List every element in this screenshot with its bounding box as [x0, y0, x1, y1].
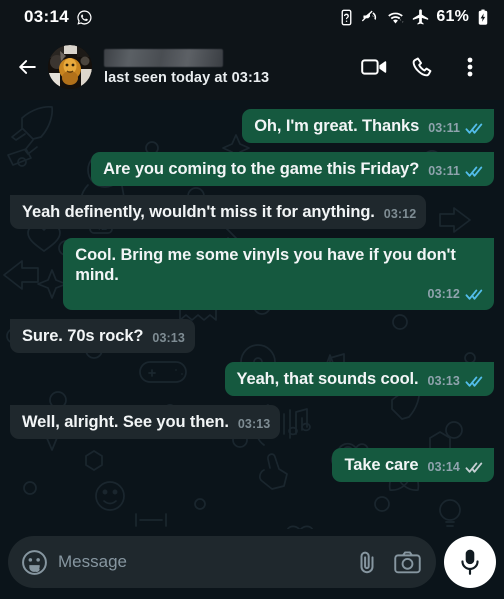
status-bar-right: 61%	[339, 8, 490, 26]
paperclip-icon[interactable]	[352, 547, 382, 577]
phone-call-icon	[411, 56, 434, 79]
message-bubble-incoming[interactable]: Sure. 70s rock? 03:13	[10, 319, 195, 353]
contact-status: last seen today at 03:13	[104, 69, 270, 86]
message-text: Well, alright. See you then.	[22, 413, 229, 431]
message-text: Yeah definently, wouldn't miss it for an…	[22, 203, 375, 221]
whatsapp-chat-screen: 03:14 61% last seen today at 03:13 Oh, I…	[0, 0, 504, 599]
message-meta: 03:11	[428, 121, 484, 136]
message-composer[interactable]	[8, 536, 436, 588]
back-button[interactable]	[8, 47, 46, 87]
message-meta: 03:11	[428, 164, 484, 179]
message-bubble-outgoing[interactable]: Take care 03:14	[332, 448, 494, 482]
voice-call-button[interactable]	[400, 44, 444, 90]
read-receipt-icon	[465, 165, 484, 178]
battery-percentage: 61%	[436, 8, 469, 25]
message-time: 03:11	[428, 121, 460, 135]
emoji-sticker-icon[interactable]	[20, 548, 48, 576]
message-bubble-outgoing[interactable]: Are you coming to the game this Friday? …	[91, 152, 494, 186]
message-meta: 03:14	[428, 460, 484, 475]
read-receipt-icon	[465, 122, 484, 135]
message-row: Well, alright. See you then. 03:13	[10, 405, 494, 439]
microphone-icon	[458, 548, 482, 576]
message-text: Yeah, that sounds cool.	[236, 370, 419, 388]
delivered-receipt-icon	[465, 461, 484, 474]
message-time: 03:13	[237, 417, 271, 431]
message-bubble-incoming[interactable]: Yeah definently, wouldn't miss it for an…	[10, 195, 427, 229]
message-row: Sure. 70s rock? 03:13	[10, 319, 494, 353]
message-list[interactable]: 42	[0, 100, 504, 529]
status-bar-left: 03:14	[24, 7, 93, 27]
message-meta: 03:13	[238, 417, 270, 432]
message-meta: 03:13	[152, 331, 184, 346]
message-text: Sure. 70s rock?	[22, 327, 144, 345]
message-row: Are you coming to the game this Friday? …	[10, 152, 494, 186]
message-time: 03:12	[427, 287, 460, 301]
camera-icon[interactable]	[392, 547, 422, 577]
contact-info[interactable]: last seen today at 03:13	[104, 48, 352, 86]
status-bar: 03:14 61%	[0, 0, 504, 34]
video-call-icon	[361, 55, 387, 79]
message-meta-line: 03:12	[75, 285, 484, 303]
message-time: 03:13	[427, 374, 460, 388]
message-bubble-outgoing[interactable]: Yeah, that sounds cool. 03:13	[224, 362, 494, 396]
avatar[interactable]	[48, 45, 92, 89]
message-time: 03:12	[383, 207, 417, 221]
message-text: Are you coming to the game this Friday?	[103, 160, 420, 178]
airplane-mode-icon	[412, 8, 429, 26]
avatar-image	[48, 45, 92, 89]
message-bubble-outgoing[interactable]: Oh, I'm great. Thanks 03:11	[242, 109, 494, 143]
more-options-icon	[467, 55, 473, 79]
message-row: Yeah, that sounds cool. 03:13	[10, 362, 494, 396]
status-clock: 03:14	[24, 7, 69, 26]
message-time: 03:14	[427, 460, 460, 474]
read-receipt-icon	[465, 288, 484, 301]
back-arrow-icon	[15, 56, 40, 78]
header-actions	[352, 44, 492, 90]
message-bubble-incoming[interactable]: Well, alright. See you then. 03:13	[10, 405, 281, 439]
message-time: 03:11	[428, 164, 460, 178]
message-text: Take care	[344, 456, 419, 474]
message-meta: 03:12	[384, 207, 416, 222]
composer-bar	[0, 529, 504, 599]
message-row: Oh, I'm great. Thanks 03:11	[10, 109, 494, 143]
message-time: 03:13	[152, 331, 185, 345]
video-call-button[interactable]	[352, 44, 396, 90]
ringer-muted-icon	[361, 9, 379, 26]
battery-saver-icon	[339, 9, 354, 26]
message-row: Yeah definently, wouldn't miss it for an…	[10, 195, 494, 229]
message-row: Cool. Bring me some vinyls you have if y…	[10, 238, 494, 310]
message-bubble-outgoing[interactable]: Cool. Bring me some vinyls you have if y…	[63, 238, 494, 310]
read-receipt-icon	[465, 375, 484, 388]
message-text: Oh, I'm great. Thanks	[254, 117, 420, 135]
chat-header: last seen today at 03:13	[0, 34, 504, 100]
voice-record-button[interactable]	[444, 536, 496, 588]
message-text: Cool. Bring me some vinyls you have if y…	[75, 246, 456, 284]
wifi-icon	[386, 9, 405, 26]
message-row: Take care 03:14	[10, 448, 494, 482]
message-meta: 03:13	[428, 374, 484, 389]
contact-name-redacted	[104, 48, 223, 67]
whatsapp-icon	[76, 9, 93, 26]
more-options-button[interactable]	[448, 44, 492, 90]
battery-charging-icon	[476, 9, 490, 26]
message-input[interactable]	[58, 542, 342, 582]
message-meta: 03:12	[75, 287, 484, 302]
